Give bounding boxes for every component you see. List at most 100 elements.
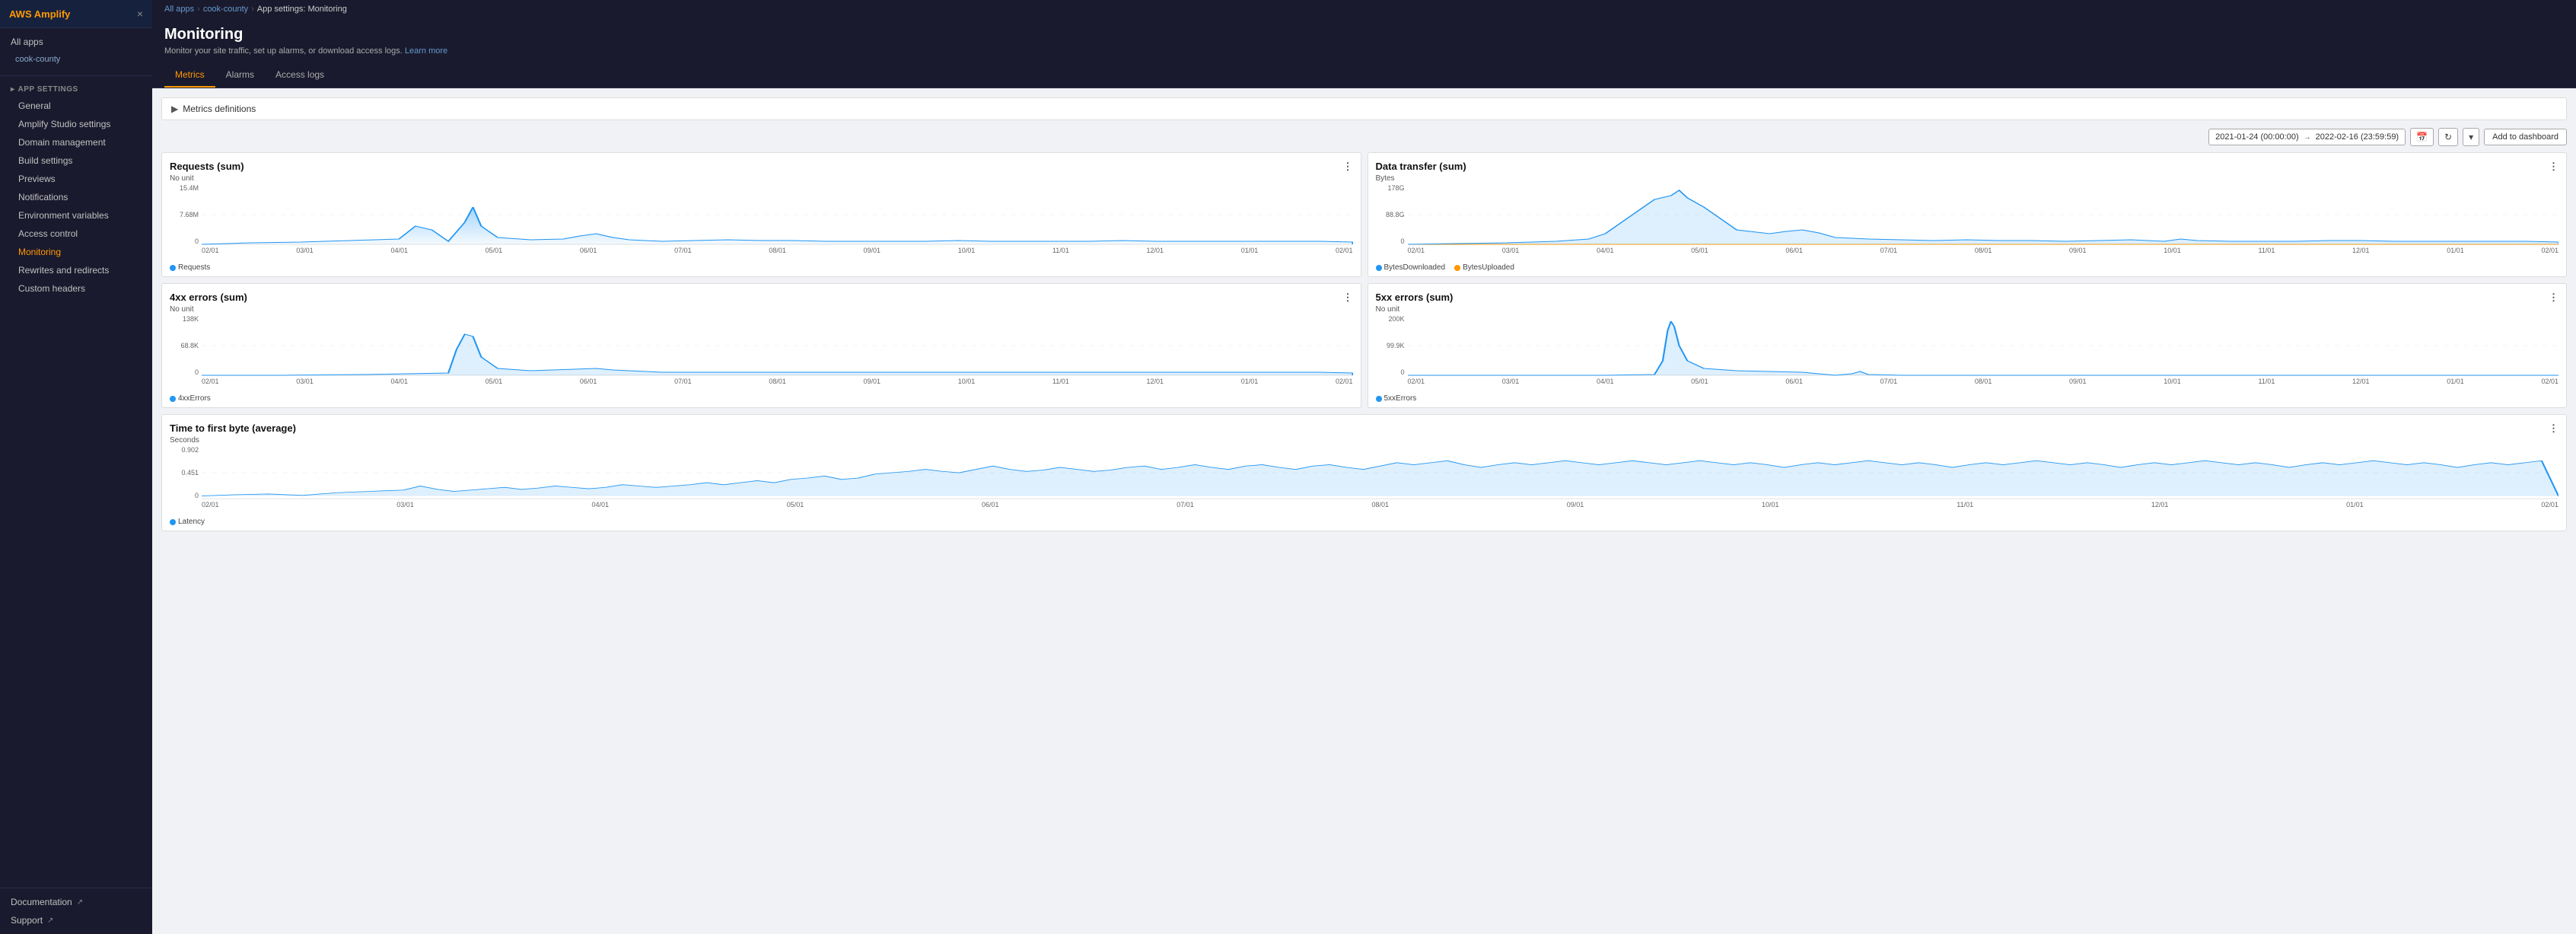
- errors-4xx-chart-menu[interactable]: ⋮: [1343, 292, 1353, 304]
- sidebar: AWS Amplify × All apps cook-county ▸ App…: [0, 0, 152, 934]
- sidebar-item-domain-management[interactable]: Domain management: [0, 133, 152, 151]
- ttfb-unit: Seconds: [170, 436, 2558, 445]
- sidebar-item-access-control[interactable]: Access control: [0, 225, 152, 243]
- data-transfer-y-labels: 178G 88.8G 0: [1376, 184, 1408, 245]
- requests-y-max: 15.4M: [170, 184, 202, 192]
- errors-5xx-chart-menu[interactable]: ⋮: [2549, 292, 2558, 304]
- date-end: 2022-02-16 (23:59:59): [2316, 132, 2399, 142]
- requests-svg: [202, 184, 1353, 245]
- requests-chart-menu[interactable]: ⋮: [1343, 161, 1353, 173]
- external-link-icon-2: ↗: [47, 916, 53, 925]
- data-transfer-svg: [1408, 184, 2559, 245]
- errors-5xx-y-zero: 0: [1376, 368, 1408, 376]
- requests-chart-title: Requests (sum) ⋮: [170, 161, 1353, 173]
- sidebar-item-notifications[interactable]: Notifications: [0, 188, 152, 206]
- ttfb-chart-title: Time to first byte (average) ⋮: [170, 422, 2558, 435]
- requests-y-labels: 15.4M 7.68M 0: [170, 184, 202, 245]
- errors-4xx-unit: No unit: [170, 305, 1353, 314]
- main-content: All apps › cook-county › App settings: M…: [152, 0, 2576, 934]
- errors-5xx-legend-dot: [1376, 396, 1382, 402]
- charts-grid-middle: 4xx errors (sum) ⋮ No unit 138K 68.8K 0: [161, 283, 2567, 408]
- ttfb-svg: [202, 446, 2558, 499]
- errors-4xx-chart-title: 4xx errors (sum) ⋮: [170, 292, 1353, 304]
- errors-4xx-legend-item: 4xxErrors: [170, 394, 211, 403]
- data-transfer-y-mid: 88.8G: [1376, 211, 1408, 218]
- content-area: ▶ Metrics definitions 2021-01-24 (00:00:…: [152, 88, 2576, 934]
- date-range-picker[interactable]: 2021-01-24 (00:00:00) → 2022-02-16 (23:5…: [2208, 129, 2406, 145]
- sidebar-item-amplify-studio-settings[interactable]: Amplify Studio settings: [0, 115, 152, 133]
- ttfb-legend: Latency: [170, 518, 2558, 526]
- sidebar-item-previews[interactable]: Previews: [0, 170, 152, 188]
- calendar-button[interactable]: 📅: [2410, 128, 2434, 146]
- refresh-button[interactable]: ↻: [2438, 128, 2458, 146]
- close-sidebar-button[interactable]: ×: [137, 8, 143, 20]
- tabs-bar: Metrics Alarms Access logs: [164, 63, 2564, 88]
- breadcrumb: All apps › cook-county › App settings: M…: [152, 0, 2576, 18]
- sidebar-item-general[interactable]: General: [0, 97, 152, 115]
- errors-4xx-chart-card: 4xx errors (sum) ⋮ No unit 138K 68.8K 0: [161, 283, 1361, 408]
- sidebar-item-environment-variables[interactable]: Environment variables: [0, 206, 152, 225]
- sidebar-item-build-settings[interactable]: Build settings: [0, 151, 152, 170]
- errors-5xx-y-max: 200K: [1376, 315, 1408, 323]
- sidebar-item-rewrites-redirects[interactable]: Rewrites and redirects: [0, 261, 152, 279]
- page-header: Monitoring Monitor your site traffic, se…: [152, 18, 2576, 88]
- sidebar-item-all-apps[interactable]: All apps: [0, 33, 152, 51]
- sidebar-app-name[interactable]: cook-county: [0, 51, 152, 68]
- breadcrumb-app[interactable]: cook-county: [203, 5, 248, 14]
- ttfb-chart-card: Time to first byte (average) ⋮ Seconds 0…: [161, 414, 2567, 531]
- sidebar-divider-1: [0, 75, 152, 76]
- metrics-def-arrow: ▶: [171, 104, 178, 114]
- errors-4xx-svg: [202, 315, 1353, 376]
- errors-4xx-y-max: 138K: [170, 315, 202, 323]
- ttfb-y-mid: 0.451: [170, 469, 202, 477]
- errors-4xx-y-labels: 138K 68.8K 0: [170, 315, 202, 376]
- errors-4xx-chart-area: 138K 68.8K 0 02/01 03/01: [170, 315, 1353, 391]
- sidebar-item-custom-headers[interactable]: Custom headers: [0, 279, 152, 298]
- errors-5xx-chart-card: 5xx errors (sum) ⋮ No unit 200K 99.9K 0: [1368, 283, 2568, 408]
- sidebar-item-monitoring[interactable]: Monitoring: [0, 243, 152, 261]
- sidebar-header: AWS Amplify ×: [0, 0, 152, 28]
- bytes-uploaded-legend-dot: [1454, 265, 1460, 271]
- requests-legend-dot: [170, 265, 176, 271]
- breadcrumb-all-apps[interactable]: All apps: [164, 5, 194, 14]
- requests-chart-card: Requests (sum) ⋮ No unit 15.4M 7.68M 0: [161, 152, 1361, 277]
- breadcrumb-sep-2: ›: [251, 5, 254, 14]
- requests-x-labels: 02/01 03/01 04/01 05/01 06/01 07/01 08/0…: [202, 247, 1353, 260]
- add-to-dashboard-button[interactable]: Add to dashboard: [2484, 129, 2567, 145]
- sidebar-item-documentation[interactable]: Documentation ↗: [0, 893, 152, 911]
- errors-5xx-svg: [1408, 315, 2559, 376]
- ttfb-x-labels: 02/01 03/01 04/01 05/01 06/01 07/01 08/0…: [202, 501, 2558, 515]
- data-transfer-legend: BytesDownloaded BytesUploaded: [1376, 263, 2559, 272]
- requests-legend-item: Requests: [170, 263, 210, 272]
- data-transfer-chart-menu[interactable]: ⋮: [2549, 161, 2558, 173]
- data-transfer-y-max: 178G: [1376, 184, 1408, 192]
- bytes-uploaded-legend-item: BytesUploaded: [1454, 263, 1514, 272]
- errors-5xx-legend: 5xxErrors: [1376, 394, 2559, 403]
- errors-5xx-y-mid: 99.9K: [1376, 342, 1408, 349]
- ttfb-chart-menu[interactable]: ⋮: [2549, 422, 2558, 435]
- date-toolbar: 2021-01-24 (00:00:00) → 2022-02-16 (23:5…: [161, 128, 2567, 146]
- errors-5xx-chart-title: 5xx errors (sum) ⋮: [1376, 292, 2559, 304]
- ttfb-legend-dot: [170, 519, 176, 525]
- ttfb-legend-item: Latency: [170, 518, 205, 526]
- tab-access-logs[interactable]: Access logs: [265, 63, 335, 88]
- settings-button[interactable]: ▾: [2463, 128, 2479, 146]
- data-transfer-unit: Bytes: [1376, 174, 2559, 183]
- requests-chart-area: 15.4M 7.68M 0: [170, 184, 1353, 260]
- ttfb-chart-area: 0.902 0.451 0 02/01 03/01 04/01: [170, 446, 2558, 515]
- learn-more-link[interactable]: Learn more: [405, 46, 447, 56]
- tab-metrics[interactable]: Metrics: [164, 63, 215, 88]
- tab-alarms[interactable]: Alarms: [215, 63, 265, 88]
- data-transfer-chart-inner: [1408, 184, 2559, 245]
- errors-4xx-legend: 4xxErrors: [170, 394, 1353, 403]
- errors-5xx-y-labels: 200K 99.9K 0: [1376, 315, 1408, 376]
- sidebar-item-support[interactable]: Support ↗: [0, 911, 152, 929]
- date-range-arrow: →: [2304, 133, 2311, 142]
- page-title: Monitoring: [164, 26, 2564, 43]
- sidebar-bottom: Documentation ↗ Support ↗: [0, 888, 152, 934]
- data-transfer-x-labels: 02/01 03/01 04/01 05/01 06/01 07/01 08/0…: [1408, 247, 2559, 260]
- all-apps-section: All apps cook-county: [0, 28, 152, 72]
- requests-y-zero: 0: [170, 237, 202, 245]
- requests-legend: Requests: [170, 263, 1353, 272]
- metrics-definitions-bar[interactable]: ▶ Metrics definitions: [161, 97, 2567, 120]
